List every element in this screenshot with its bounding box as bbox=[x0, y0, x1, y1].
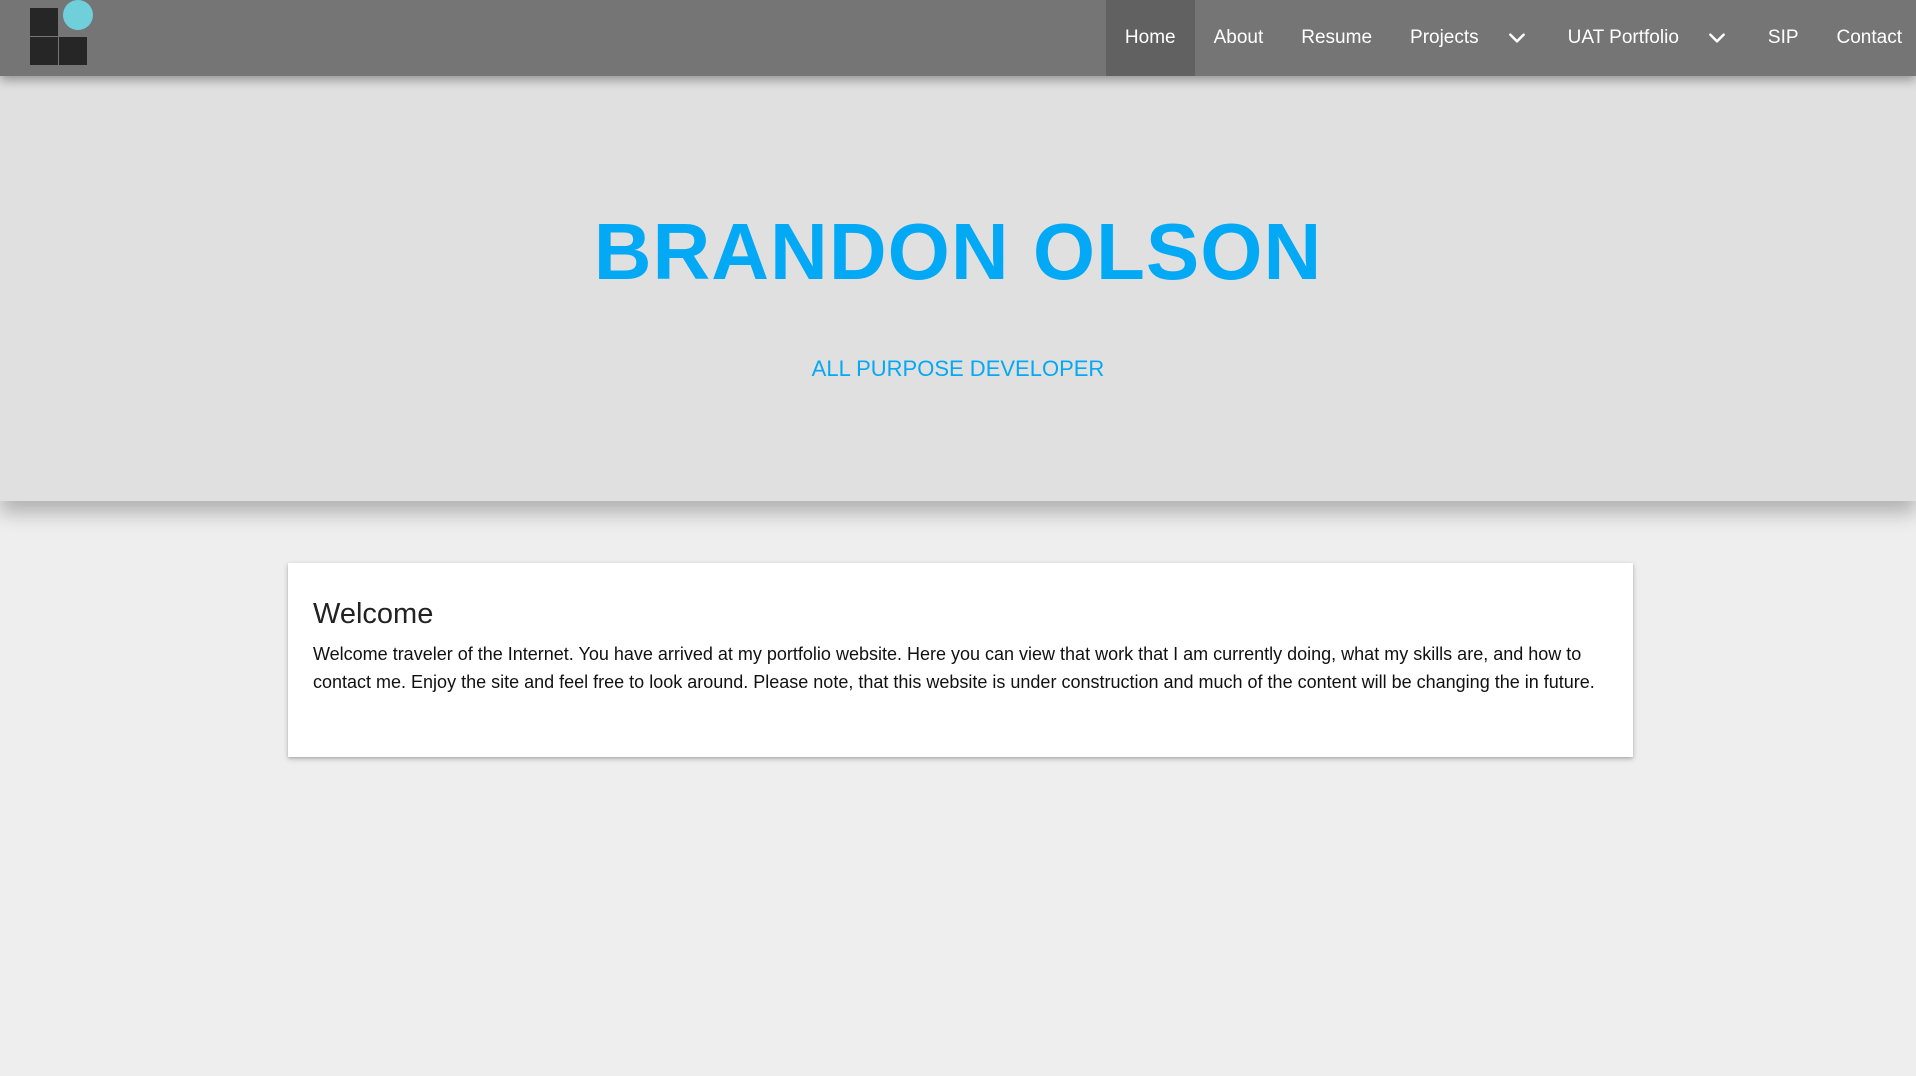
main-nav: Home About Resume Projects UAT Portfolio… bbox=[1105, 0, 1916, 76]
nav-resume[interactable]: Resume bbox=[1282, 0, 1391, 76]
nav-home[interactable]: Home bbox=[1105, 0, 1195, 76]
logo-circle bbox=[63, 0, 93, 30]
nav-about-label: About bbox=[1213, 27, 1264, 48]
welcome-card: Welcome Welcome traveler of the Internet… bbox=[288, 563, 1633, 757]
chevron-down-icon[interactable] bbox=[1507, 28, 1527, 48]
logo-square bbox=[30, 37, 58, 65]
navbar: Home About Resume Projects UAT Portfolio… bbox=[0, 0, 1916, 76]
welcome-text: Welcome traveler of the Internet. You ha… bbox=[313, 643, 1595, 692]
nav-contact[interactable]: Contact bbox=[1818, 0, 1916, 76]
logo-square bbox=[30, 8, 58, 36]
hero-banner: BRANDON OLSON ALL PURPOSE DEVELOPER bbox=[0, 76, 1916, 501]
site-logo[interactable] bbox=[29, 0, 95, 66]
nav-sip-label: SIP bbox=[1767, 27, 1799, 48]
nav-home-label: Home bbox=[1124, 27, 1176, 48]
nav-about[interactable]: About bbox=[1195, 0, 1283, 76]
nav-resume-label: Resume bbox=[1301, 27, 1373, 48]
chevron-down-icon[interactable] bbox=[1707, 28, 1727, 48]
nav-uat-portfolio-label: UAT Portfolio bbox=[1567, 27, 1679, 48]
nav-sip[interactable]: SIP bbox=[1749, 0, 1818, 76]
nav-uat-portfolio[interactable]: UAT Portfolio bbox=[1549, 0, 1749, 76]
logo-square bbox=[59, 37, 87, 65]
nav-contact-label: Contact bbox=[1836, 27, 1902, 48]
nav-projects[interactable]: Projects bbox=[1391, 0, 1549, 76]
hero-subtitle: ALL PURPOSE DEVELOPER bbox=[811, 356, 1105, 381]
nav-projects-label: Projects bbox=[1410, 27, 1479, 48]
welcome-title: Welcome bbox=[313, 598, 434, 630]
hero-title: BRANDON OLSON bbox=[593, 207, 1323, 296]
